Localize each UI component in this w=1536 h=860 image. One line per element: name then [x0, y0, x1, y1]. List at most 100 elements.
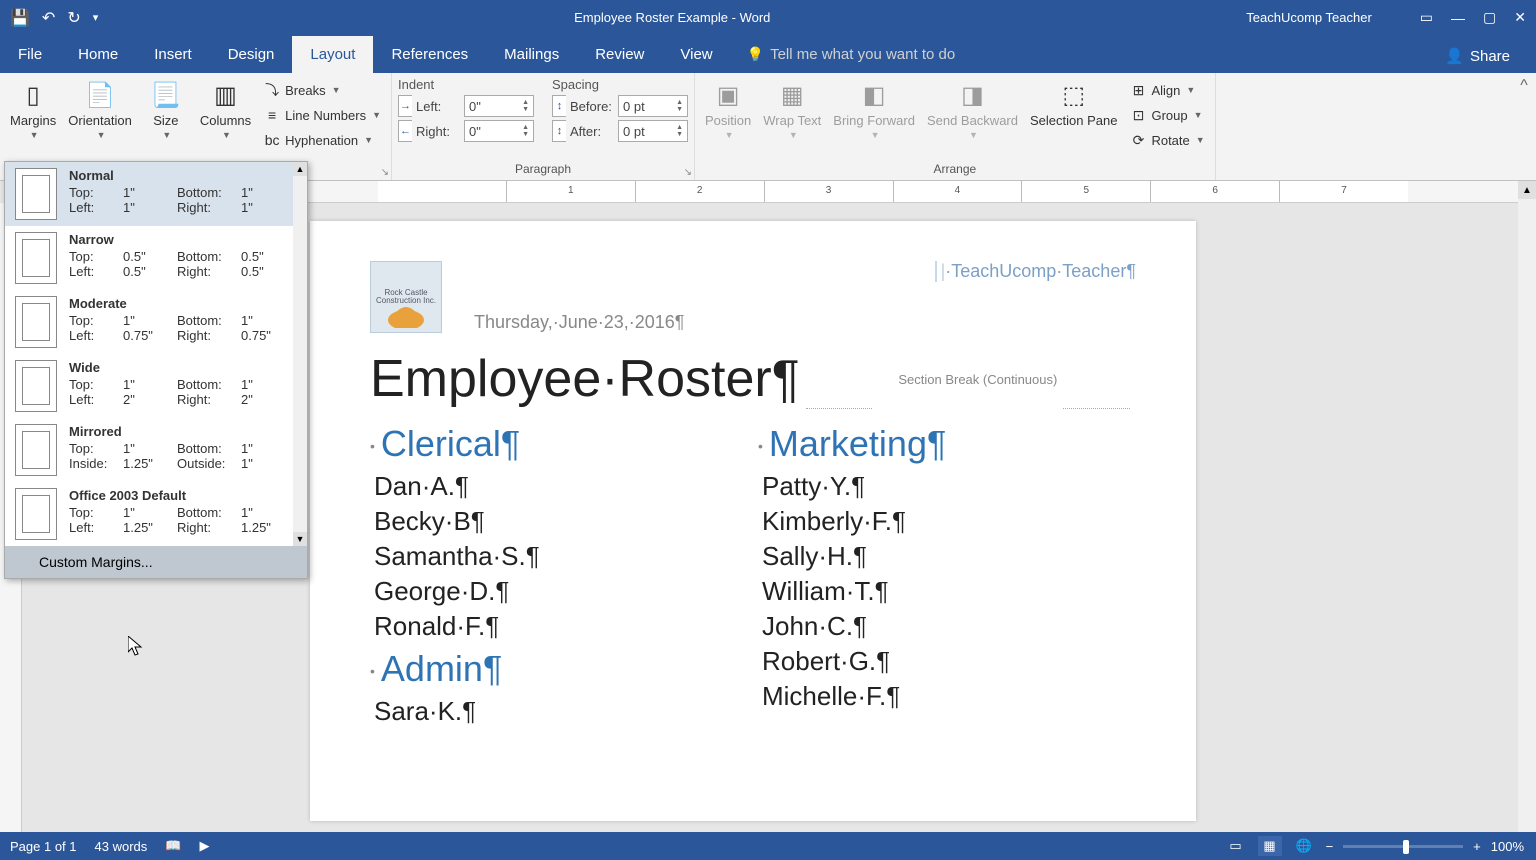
- spacing-label: Spacing: [552, 77, 688, 92]
- print-layout-icon[interactable]: ▦: [1258, 836, 1282, 856]
- ribbon-display-icon[interactable]: ▭: [1420, 9, 1433, 26]
- space-after-input[interactable]: 0 pt▲▼: [618, 120, 688, 142]
- list-item: Ronald·F.¶: [370, 611, 748, 642]
- breaks-button[interactable]: ⤵Breaks▼: [259, 79, 385, 101]
- indent-left-input[interactable]: 0"▲▼: [464, 95, 534, 117]
- margin-preset-narrow[interactable]: Narrow Top:0.5"Bottom:0.5" Left:0.5"Righ…: [5, 226, 293, 290]
- close-icon[interactable]: ✕: [1514, 9, 1526, 26]
- chevron-down-icon: ▼: [162, 130, 171, 140]
- list-item: George·D.¶: [370, 576, 748, 607]
- selection-pane-icon: ⬚: [1058, 79, 1090, 111]
- horizontal-ruler[interactable]: 1 2 3 4 5 6 7: [268, 181, 1518, 203]
- margins-dropdown: Normal Top:1"Bottom:1" Left:1"Right:1" N…: [4, 161, 308, 579]
- breaks-icon: ⤵: [263, 81, 281, 99]
- orientation-icon: 📄: [84, 79, 116, 111]
- tab-view[interactable]: View: [662, 36, 730, 73]
- tab-review[interactable]: Review: [577, 36, 662, 73]
- list-item: Robert·G.¶: [758, 646, 1136, 677]
- arrange-group-label: Arrange: [701, 160, 1209, 176]
- line-numbers-button[interactable]: ≡Line Numbers▼: [259, 104, 385, 126]
- tab-mailings[interactable]: Mailings: [486, 36, 577, 73]
- position-button: ▣Position▼: [701, 77, 755, 142]
- group-arrange: ▣Position▼ ▦Wrap Text▼ ◧Bring Forward▼ ◨…: [695, 73, 1216, 180]
- logo-image: Rock Castle Construction Inc.: [370, 261, 442, 333]
- mouse-cursor: [128, 636, 146, 663]
- maximize-icon[interactable]: ▢: [1483, 9, 1496, 26]
- line-numbers-icon: ≡: [263, 106, 281, 124]
- list-item: William·T.¶: [758, 576, 1136, 607]
- tab-references[interactable]: References: [373, 36, 486, 73]
- send-backward-button: ◨Send Backward▼: [923, 77, 1022, 142]
- list-item: Sally·H.¶: [758, 541, 1136, 572]
- wrap-text-icon: ▦: [776, 79, 808, 111]
- web-layout-icon[interactable]: 🌐: [1292, 836, 1316, 856]
- save-icon[interactable]: 💾: [10, 8, 30, 28]
- paragraph-launcher[interactable]: ↘: [684, 167, 692, 178]
- list-item: John·C.¶: [758, 611, 1136, 642]
- orientation-button[interactable]: 📄 Orientation ▼: [64, 77, 136, 142]
- zoom-in-button[interactable]: +: [1473, 839, 1481, 854]
- tell-me-search[interactable]: 💡 Tell me what you want to do: [731, 36, 1430, 73]
- document-author: |·TeachUcomp·Teacher¶: [935, 261, 1136, 282]
- margin-preset-icon: [15, 360, 57, 412]
- indent-right-input[interactable]: 0"▲▼: [464, 120, 534, 142]
- chevron-down-icon: ▼: [30, 130, 39, 140]
- margins-scrollbar[interactable]: ▲ ▼: [293, 162, 307, 546]
- margin-preset-mirrored[interactable]: Mirrored Top:1"Bottom:1" Inside:1.25"Out…: [5, 418, 293, 482]
- bulb-icon: 💡: [747, 46, 764, 63]
- macro-icon[interactable]: ▶: [199, 838, 209, 854]
- user-name[interactable]: TeachUcomp Teacher: [1246, 10, 1372, 25]
- read-mode-icon[interactable]: ▭: [1224, 836, 1248, 856]
- size-icon: 📃: [150, 79, 182, 111]
- page-indicator[interactable]: Page 1 of 1: [10, 839, 77, 854]
- share-button[interactable]: 👤 Share: [1429, 39, 1526, 73]
- space-before-input[interactable]: 0 pt▲▼: [618, 95, 688, 117]
- indent-right-icon: ←: [398, 120, 412, 142]
- margin-preset-office-2003-default[interactable]: Office 2003 Default Top:1"Bottom:1" Left…: [5, 482, 293, 546]
- margin-preset-normal[interactable]: Normal Top:1"Bottom:1" Left:1"Right:1": [5, 162, 293, 226]
- margin-preset-moderate[interactable]: Moderate Top:1"Bottom:1" Left:0.75"Right…: [5, 290, 293, 354]
- list-item: Samantha·S.¶: [370, 541, 748, 572]
- hyphenation-button[interactable]: bcHyphenation▼: [259, 129, 385, 151]
- zoom-level[interactable]: 100%: [1491, 839, 1524, 854]
- indent-label: Indent: [398, 77, 534, 92]
- space-before-icon: ↕: [552, 95, 566, 117]
- scroll-up-icon[interactable]: ▲: [1518, 181, 1536, 199]
- size-button[interactable]: 📃 Size ▼: [140, 77, 192, 142]
- tab-home[interactable]: Home: [60, 36, 136, 73]
- word-count[interactable]: 43 words: [95, 839, 148, 854]
- heading-clerical: Clerical¶: [370, 423, 748, 465]
- spellcheck-icon[interactable]: 📖: [165, 838, 181, 854]
- zoom-out-button[interactable]: −: [1326, 839, 1334, 854]
- chevron-down-icon: ▼: [97, 130, 106, 140]
- window-title: Employee Roster Example - Word: [98, 10, 1246, 25]
- columns-button[interactable]: ▥ Columns ▼: [196, 77, 255, 142]
- tell-me-placeholder: Tell me what you want to do: [770, 46, 955, 63]
- tab-layout[interactable]: Layout: [292, 36, 373, 73]
- scroll-down-icon[interactable]: ▼: [293, 532, 307, 546]
- undo-icon[interactable]: ↶: [42, 8, 55, 28]
- tab-design[interactable]: Design: [210, 36, 293, 73]
- scroll-up-icon[interactable]: ▲: [293, 162, 307, 176]
- vertical-scrollbar[interactable]: ▲: [1518, 181, 1536, 832]
- margins-button[interactable]: ▯ Margins ▼: [6, 77, 60, 142]
- tab-file[interactable]: File: [0, 36, 60, 73]
- document-page[interactable]: Rock Castle Construction Inc. Thursday,·…: [310, 221, 1196, 821]
- margin-preset-icon: [15, 488, 57, 540]
- redo-icon[interactable]: ↻: [67, 8, 80, 28]
- zoom-slider[interactable]: [1343, 845, 1463, 848]
- margin-preset-wide[interactable]: Wide Top:1"Bottom:1" Left:2"Right:2": [5, 354, 293, 418]
- paragraph-group-label: Paragraph: [398, 160, 688, 176]
- align-button[interactable]: ⊞Align▼: [1125, 79, 1208, 101]
- tab-insert[interactable]: Insert: [136, 36, 210, 73]
- list-item: Sara·K.¶: [370, 696, 748, 727]
- page-setup-launcher[interactable]: ↘: [381, 167, 389, 178]
- document-date: Thursday,·June·23,·2016¶: [474, 312, 684, 333]
- collapse-ribbon-icon[interactable]: ^: [1512, 73, 1536, 180]
- hyphenation-icon: bc: [263, 131, 281, 149]
- orientation-label: Orientation: [68, 113, 132, 128]
- selection-pane-button[interactable]: ⬚Selection Pane: [1026, 77, 1121, 130]
- minimize-icon[interactable]: —: [1451, 10, 1465, 26]
- custom-margins-button[interactable]: Custom Margins...: [5, 546, 307, 578]
- list-item: Kimberly·F.¶: [758, 506, 1136, 537]
